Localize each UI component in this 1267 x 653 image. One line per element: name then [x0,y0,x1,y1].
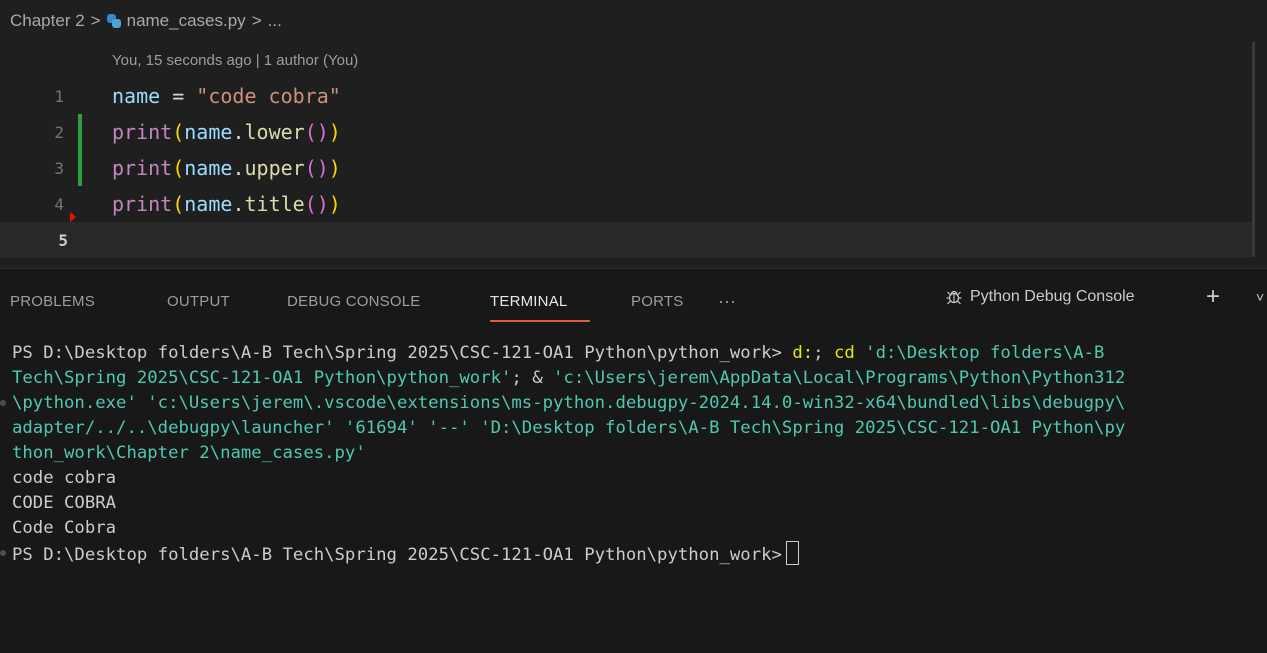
line-number: 1 [54,86,64,106]
code-line[interactable]: 2 print(name.lower()) [0,114,1252,150]
tab-debug-console[interactable]: DEBUG CONSOLE [287,293,420,310]
terminal-text: ; [813,343,834,363]
code-token: name [184,156,233,180]
code-token: name [184,120,233,144]
tab-terminal[interactable]: TERMINAL [490,293,567,310]
program-output: code cobra [12,468,117,488]
code-token: = [160,84,197,108]
code-text[interactable]: print(name.upper()) [112,156,341,180]
breadcrumb-separator: > [251,11,262,30]
tab-problems[interactable]: PROBLEMS [10,293,95,310]
code-token: () [304,156,329,180]
code-token: ) [328,156,341,180]
code-token: print [112,120,173,144]
terminal-argument: \python.exe' 'c:\Users\jerem\.vscode\ext… [12,393,1126,413]
code-token: "code cobra" [196,84,341,108]
code-token: . [232,156,245,180]
code-text[interactable]: print(name.lower()) [112,120,341,144]
program-output: CODE COBRA [12,493,117,513]
terminal-line-marker [0,400,6,406]
code-token: ( [172,120,185,144]
editor-scrollbar[interactable] [1252,42,1255,257]
terminal-name: Python Debug Console [970,288,1135,305]
line-number: 4 [54,194,64,214]
terminal-text: ; & [511,368,554,388]
terminal-prompt: PS D:\Desktop folders\A-B Tech\Spring 20… [12,343,793,363]
code-token: () [304,192,329,216]
code-line[interactable]: 3 print(name.upper()) [0,150,1252,186]
active-tab-indicator [490,320,590,322]
git-deleted-marker-icon[interactable] [70,212,76,222]
terminal-line: adapter/../..\debugpy\launcher' '61694' … [0,416,1255,441]
terminal-cursor[interactable] [785,541,799,565]
code-token: lower [244,120,305,144]
terminal-argument: 'd:\Desktop folders\A-B [854,343,1105,363]
code-text[interactable]: name = "code cobra" [112,84,341,108]
breadcrumb-folder[interactable]: Chapter 2 [10,11,85,31]
tab-ports[interactable]: PORTS [631,293,683,310]
bottom-panel: PROBLEMS OUTPUT DEBUG CONSOLE TERMINAL P… [0,268,1267,653]
terminal-line: CODE COBRA [0,491,1255,516]
breadcrumb-file[interactable]: name_cases.py [127,11,246,31]
terminal-argument: 'c:\Users\jerem\AppData\Local\Programs\P… [553,368,1126,388]
code-token: . [232,192,245,216]
terminal-prompt: PS D:\Desktop folders\A-B Tech\Spring 20… [12,545,782,565]
panel-tab-bar: PROBLEMS OUTPUT DEBUG CONSOLE TERMINAL P… [0,269,1267,331]
tab-output[interactable]: OUTPUT [167,293,230,310]
code-token: upper [244,156,305,180]
code-line[interactable]: 4 print(name.title()) [0,186,1252,222]
terminal-command: d: [792,343,814,363]
more-icon[interactable]: ··· [718,291,736,312]
terminal-line: PS D:\Desktop folders\A-B Tech\Spring 20… [0,341,1255,366]
line-number: 2 [54,122,64,142]
git-blame-codelens[interactable]: You, 15 seconds ago | 1 author (You) [112,52,358,69]
terminal-line: thon_work\Chapter 2\name_cases.py' [0,441,1255,466]
code-token: ( [172,192,185,216]
code-token: name [184,192,233,216]
code-token: print [112,156,173,180]
terminal-line-marker [0,550,6,556]
code-token: () [304,120,329,144]
code-token: print [112,192,173,216]
terminal-selector[interactable]: Python Debug Console [945,288,1135,306]
code-line[interactable]: 5 [0,222,1252,258]
code-token: ) [328,120,341,144]
terminal-line: \python.exe' 'c:\Users\jerem\.vscode\ext… [0,391,1255,416]
line-number: 3 [54,158,64,178]
code-editor[interactable]: Chapter 2 > name_cases.py > ... You, 15 … [0,0,1267,268]
terminal-argument: adapter/../..\debugpy\launcher' '61694' … [12,418,1126,438]
add-terminal-icon[interactable]: + [1206,283,1220,311]
line-number: 5 [58,230,68,250]
terminal-argument: Tech\Spring 2025\CSC-121-OA1 Python\pyth… [12,368,512,388]
terminal-line: code cobra [0,466,1255,491]
code-token: ) [328,192,341,216]
chevron-down-icon[interactable]: ˅ [1256,289,1264,305]
terminal-command: cd [833,343,855,363]
code-token: name [112,84,161,108]
terminal-line: Tech\Spring 2025\CSC-121-OA1 Python\pyth… [0,366,1255,391]
code-text[interactable]: print(name.title()) [112,192,341,216]
breadcrumb-symbols[interactable]: ... [268,11,282,31]
code-token: . [232,120,245,144]
code-line[interactable]: 1 name = "code cobra" [0,78,1252,114]
terminal-output[interactable]: PS D:\Desktop folders\A-B Tech\Spring 20… [0,341,1255,566]
debug-bug-icon [946,290,962,305]
terminal-line: Code Cobra [0,516,1255,541]
code-token: ( [172,156,185,180]
git-added-gutter-mark[interactable] [78,114,82,150]
program-output: Code Cobra [12,518,117,538]
breadcrumb-separator: > [90,11,101,30]
python-file-icon [106,14,121,28]
terminal-argument: thon_work\Chapter 2\name_cases.py' [12,443,366,463]
code-token: title [244,192,305,216]
terminal-line: PS D:\Desktop folders\A-B Tech\Spring 20… [0,541,1255,566]
breadcrumb: Chapter 2 > name_cases.py > ... [10,10,282,32]
git-added-gutter-mark[interactable] [78,150,82,186]
